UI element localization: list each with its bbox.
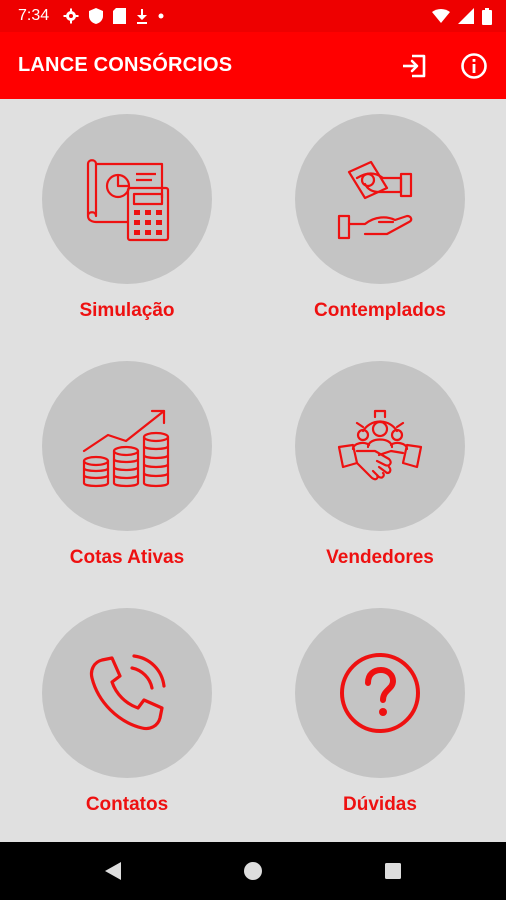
menu-item-label: Cotas Ativas bbox=[69, 547, 185, 568]
coins-growth-icon bbox=[82, 409, 170, 488]
status-notification-icons bbox=[63, 8, 164, 24]
menu-item-label: Contatos bbox=[85, 794, 169, 815]
menu-item-label: Simulação bbox=[79, 300, 175, 321]
signal-icon bbox=[458, 8, 474, 24]
menu-item-label: Contemplados bbox=[314, 300, 446, 321]
app-bar: LANCE CONSÓRCIOS bbox=[0, 32, 506, 99]
navigation-bar bbox=[0, 842, 506, 900]
menu-item-contatos[interactable]: Contatos bbox=[27, 608, 227, 838]
status-system-icons bbox=[432, 7, 492, 25]
menu-item-label: Dúvidas bbox=[343, 794, 417, 815]
menu-item-simulacao[interactable]: Simulação bbox=[27, 114, 227, 344]
status-bar: 7:34 bbox=[0, 0, 506, 32]
info-icon bbox=[461, 52, 487, 79]
dot-icon bbox=[158, 13, 164, 19]
settings-gear-icon bbox=[63, 8, 79, 24]
menu-item-cotas-ativas[interactable]: Cotas Ativas bbox=[27, 361, 227, 591]
logout-icon bbox=[403, 54, 426, 77]
menu-item-label: Vendedores bbox=[326, 547, 434, 568]
info-button[interactable] bbox=[460, 52, 488, 80]
nav-home-button[interactable] bbox=[238, 856, 268, 886]
battery-icon bbox=[482, 7, 492, 25]
phone-icon bbox=[89, 654, 166, 731]
hand-money-icon bbox=[337, 160, 413, 240]
nav-back-button[interactable] bbox=[98, 856, 128, 886]
app-title: LANCE CONSÓRCIOS bbox=[18, 54, 233, 76]
menu-item-circle bbox=[42, 608, 212, 778]
menu-grid: Simulação Contemplados Cotas Ativas Vend… bbox=[0, 99, 506, 842]
menu-item-circle bbox=[295, 114, 465, 284]
status-time: 7:34 bbox=[18, 7, 50, 24]
app-bar-actions bbox=[400, 52, 488, 80]
shield-icon bbox=[89, 8, 104, 24]
menu-item-contemplados[interactable]: Contemplados bbox=[280, 114, 480, 344]
menu-item-circle bbox=[42, 114, 212, 284]
download-icon bbox=[137, 9, 148, 24]
menu-item-circle bbox=[295, 608, 465, 778]
menu-item-circle bbox=[42, 361, 212, 531]
handshake-team-icon bbox=[337, 409, 423, 481]
wifi-icon bbox=[432, 9, 450, 23]
sd-card-icon bbox=[113, 8, 127, 24]
back-triangle-icon bbox=[105, 862, 121, 880]
recents-square-icon bbox=[385, 863, 401, 879]
home-circle-icon bbox=[244, 862, 262, 880]
menu-item-circle bbox=[295, 361, 465, 531]
calculator-blueprint-icon bbox=[86, 159, 170, 242]
logout-button[interactable] bbox=[400, 52, 428, 80]
nav-recents-button[interactable] bbox=[378, 856, 408, 886]
menu-item-vendedores[interactable]: Vendedores bbox=[280, 361, 480, 591]
menu-item-duvidas[interactable]: Dúvidas bbox=[280, 608, 480, 838]
question-icon bbox=[340, 653, 420, 733]
